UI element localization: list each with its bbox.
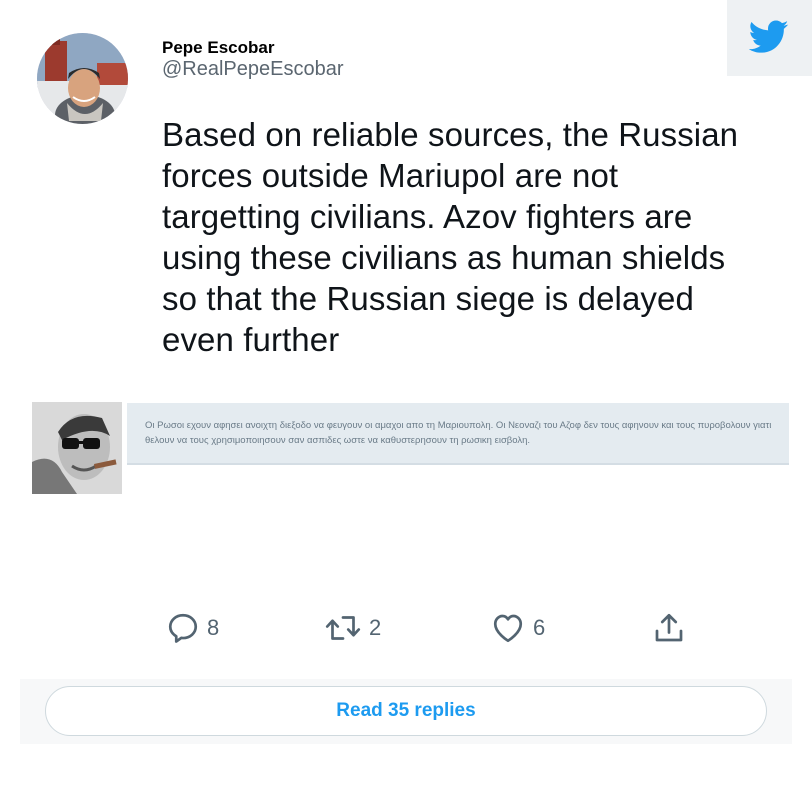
quote-thumbnail[interactable] bbox=[32, 402, 122, 494]
reply-button[interactable]: 8 bbox=[165, 606, 219, 650]
tweet-actions: 8 2 6 bbox=[0, 606, 812, 656]
like-count: 6 bbox=[533, 615, 546, 640]
like-button[interactable]: 6 bbox=[489, 606, 545, 650]
heart-icon bbox=[493, 614, 523, 643]
twitter-logo-box[interactable] bbox=[727, 0, 812, 76]
replies-section: Read 35 replies bbox=[20, 679, 792, 744]
author-display-name[interactable]: Pepe Escobar bbox=[162, 38, 274, 58]
quoted-tweet-text: Οι Ρωσοι εχουν αφησει ανοιχτη διεξοδο να… bbox=[145, 420, 772, 446]
avatar[interactable] bbox=[37, 33, 128, 124]
reply-count: 8 bbox=[207, 615, 220, 640]
read-replies-button[interactable]: Read 35 replies bbox=[45, 686, 767, 736]
retweet-button[interactable]: 2 bbox=[323, 606, 381, 650]
author-handle[interactable]: @RealPepeEscobar bbox=[162, 58, 344, 81]
share-button[interactable] bbox=[651, 606, 687, 650]
tweet-text: Based on reliable sources, the Russian f… bbox=[162, 116, 739, 358]
reply-icon bbox=[168, 613, 198, 643]
retweet-icon bbox=[325, 616, 361, 640]
share-icon bbox=[655, 613, 683, 642]
twitter-bird-icon bbox=[749, 20, 789, 53]
quoted-tweet[interactable]: Οι Ρωσοι εχουν αφησει ανοιχτη διεξοδο να… bbox=[127, 403, 789, 465]
retweet-count: 2 bbox=[369, 615, 382, 640]
